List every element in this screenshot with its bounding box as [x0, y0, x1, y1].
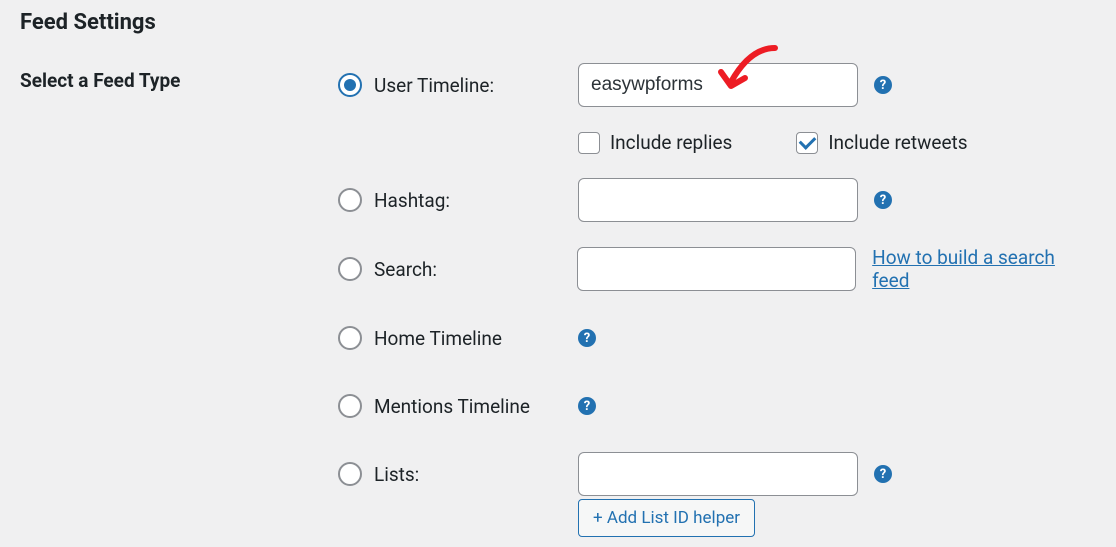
- include-retweets-label: Include retweets: [828, 131, 967, 154]
- search-label: Search:: [374, 258, 437, 281]
- user-timeline-label: User Timeline:: [374, 74, 494, 97]
- home-timeline-label: Home Timeline: [374, 327, 502, 350]
- field-label: Select a Feed Type: [20, 63, 338, 92]
- help-icon[interactable]: ?: [578, 329, 596, 347]
- search-input[interactable]: [577, 247, 856, 291]
- help-icon[interactable]: ?: [874, 465, 892, 483]
- radio-user-timeline[interactable]: [338, 73, 362, 97]
- hashtag-input[interactable]: [578, 178, 858, 222]
- checkbox-include-retweets[interactable]: [796, 132, 818, 154]
- radio-lists[interactable]: [338, 462, 362, 486]
- help-icon[interactable]: ?: [874, 76, 892, 94]
- radio-home-timeline[interactable]: [338, 326, 362, 350]
- radio-search[interactable]: [338, 257, 362, 281]
- hashtag-label: Hashtag:: [374, 189, 450, 212]
- user-timeline-input[interactable]: [578, 63, 858, 107]
- checkbox-include-replies[interactable]: [578, 132, 600, 154]
- mentions-timeline-label: Mentions Timeline: [374, 395, 530, 418]
- help-icon[interactable]: ?: [874, 191, 892, 209]
- include-replies-label: Include replies: [610, 131, 732, 154]
- search-help-link[interactable]: How to build a search feed: [872, 246, 1096, 292]
- lists-label: Lists:: [374, 463, 419, 486]
- help-icon[interactable]: ?: [578, 397, 596, 415]
- add-list-id-helper-button[interactable]: + Add List ID helper: [578, 499, 755, 537]
- radio-hashtag[interactable]: [338, 188, 362, 212]
- section-title: Feed Settings: [20, 10, 1096, 35]
- radio-mentions-timeline[interactable]: [338, 394, 362, 418]
- lists-input[interactable]: [578, 452, 858, 496]
